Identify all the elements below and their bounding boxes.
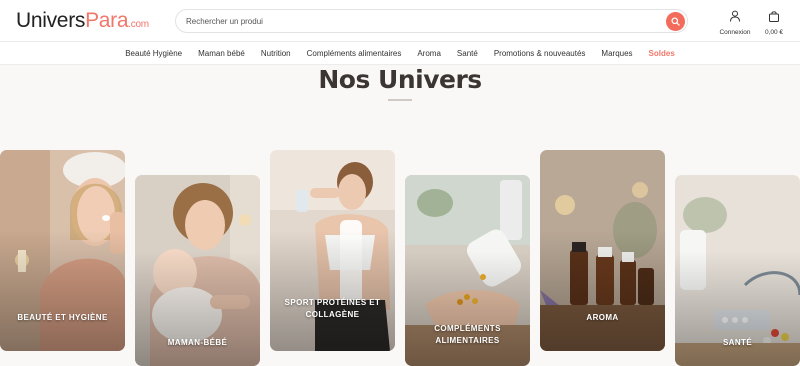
nav-item-nutrition[interactable]: Nutrition	[253, 49, 299, 58]
nav-item-soldes[interactable]: Soldes	[641, 49, 683, 58]
card-shade	[540, 230, 665, 351]
user-icon	[730, 10, 740, 22]
category-card-label: Santé	[722, 338, 753, 347]
nav-item-aroma[interactable]: Aroma	[409, 49, 449, 58]
main-navigation: Beauté Hygiène Maman bébé Nutrition Comp…	[0, 42, 800, 65]
category-card-label: Sport protéines et collagène	[284, 298, 381, 319]
nav-item-complements[interactable]: Compléments alimentaires	[299, 49, 410, 58]
category-card-label: Aroma	[586, 313, 619, 322]
card-shade	[405, 251, 530, 366]
site-logo[interactable]: UniversPara.com	[16, 9, 149, 33]
account-label: Connexion	[719, 29, 751, 36]
category-card-beaute-hygiene[interactable]: Beauté et hygiène	[0, 150, 125, 351]
card-shade	[0, 230, 125, 351]
account-button[interactable]: Connexion	[716, 9, 754, 36]
category-card-sante[interactable]: Santé	[675, 175, 800, 366]
nav-item-promotions[interactable]: Promotions & nouveautés	[486, 49, 594, 58]
shopping-bag-icon	[769, 11, 779, 22]
search-bar	[175, 9, 688, 33]
category-card-maman-bebe[interactable]: Maman-bébé	[135, 175, 260, 366]
search-icon	[671, 17, 680, 26]
nav-item-maman-bebe[interactable]: Maman bébé	[190, 49, 253, 58]
category-card-label: Maman-bébé	[167, 338, 228, 347]
site-header: UniversPara.com Connexion 0,00 €	[0, 0, 800, 42]
nav-item-marques[interactable]: Marques	[593, 49, 640, 58]
cart-button[interactable]: 0,00 €	[760, 9, 788, 36]
category-card-label: Compléments alimentaires	[434, 324, 501, 345]
nav-item-beaute-hygiene[interactable]: Beauté Hygiène	[117, 49, 190, 58]
category-card-complements[interactable]: Compléments alimentaires	[405, 175, 530, 366]
cart-amount: 0,00 €	[764, 29, 784, 36]
search-button[interactable]	[666, 12, 685, 31]
nav-item-sante[interactable]: Santé	[449, 49, 486, 58]
search-input[interactable]	[186, 10, 656, 32]
section-title: Nos Univers	[318, 65, 482, 94]
category-card-label: Beauté et hygiène	[17, 313, 108, 322]
card-shade	[270, 230, 395, 351]
category-card-aroma[interactable]: Aroma	[540, 150, 665, 351]
univers-section: Nos Univers Beauté et hygiène	[0, 65, 800, 366]
title-underline	[388, 99, 412, 101]
category-card-sport[interactable]: Sport protéines et collagène	[270, 150, 395, 351]
